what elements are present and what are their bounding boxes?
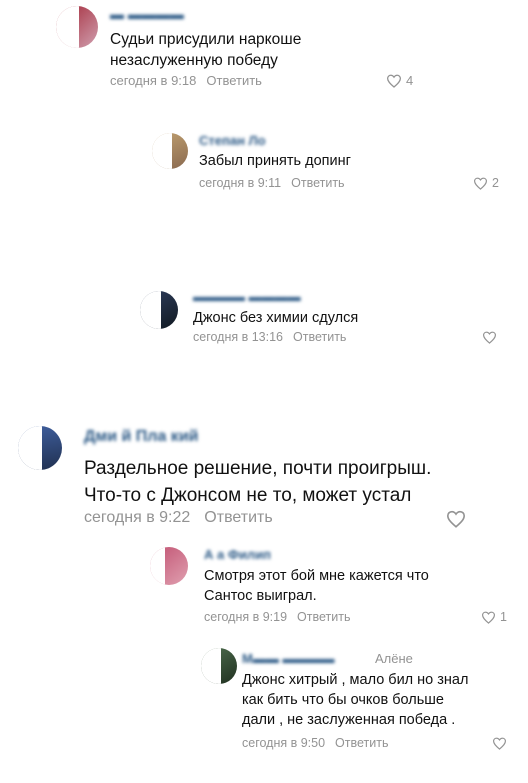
heart-icon	[492, 737, 507, 750]
comment-author[interactable]: М▬▬ ▬▬▬▬	[242, 651, 334, 666]
comment-2: Степан Ло Забыл принять допинг сегодня в…	[0, 125, 528, 200]
reply-button[interactable]: Ответить	[291, 176, 344, 190]
heart-icon	[473, 177, 488, 190]
comment-meta: сегодня в 13:16 Ответить	[193, 330, 346, 344]
avatar[interactable]	[150, 547, 188, 585]
like-button[interactable]: 2	[473, 176, 499, 190]
comment-author[interactable]: ▬▬▬▬ ▬▬▬▬	[193, 289, 301, 304]
like-count: 2	[492, 176, 499, 190]
comment-meta: сегодня в 9:11 Ответить	[199, 176, 345, 190]
reply-button[interactable]: Ответить	[297, 610, 350, 624]
heart-icon	[446, 510, 466, 528]
avatar[interactable]	[140, 291, 178, 329]
comment-author[interactable]: А а Филип	[204, 547, 271, 562]
reply-to-label[interactable]: Алёне	[375, 651, 413, 666]
avatar[interactable]	[152, 133, 188, 169]
like-button[interactable]: 4	[386, 73, 413, 88]
comment-text: Джонс без химии сдулся	[193, 310, 359, 326]
comment-meta: сегодня в 9:19 Ответить	[204, 610, 350, 624]
like-button[interactable]	[492, 737, 511, 750]
comment-6: М▬▬ ▬▬▬▬ Алёне Джонс хитрый , мало бил н…	[0, 646, 528, 761]
comment-text: Раздельное решение, почти проигрыш. Что-…	[84, 458, 432, 506]
comment-time: сегодня в 9:50	[242, 736, 326, 750]
comment-1: ▬ ▬▬▬▬ Судьи присудили наркоше незаслуже…	[0, 0, 528, 95]
comment-meta: сегодня в 9:18 Ответить	[110, 73, 262, 88]
comment-meta: сегодня в 9:50 Ответить	[242, 736, 388, 750]
comment-author[interactable]: ▬ ▬▬▬▬	[110, 6, 184, 22]
reply-button[interactable]: Ответить	[206, 73, 262, 88]
comment-text: Джонс хитрый , мало бил но знал как бить…	[242, 672, 469, 728]
heart-icon	[481, 611, 496, 624]
comment-meta: сегодня в 9:22 Ответить	[84, 509, 273, 527]
like-button[interactable]	[446, 510, 470, 528]
comment-time: сегодня в 13:16	[193, 330, 283, 344]
heart-icon	[482, 331, 497, 344]
comment-4: Дми й Пла кий Раздельное решение, почти …	[0, 418, 528, 533]
avatar[interactable]	[18, 426, 62, 470]
comment-time: сегодня в 9:19	[204, 610, 288, 624]
comment-text: Смотря этот бой мне кажется что Сантос в…	[204, 568, 429, 604]
comment-text: Судьи присудили наркоше незаслуженную по…	[110, 31, 302, 69]
comment-time: сегодня в 9:18	[110, 73, 197, 88]
reply-button[interactable]: Ответить	[293, 330, 346, 344]
avatar[interactable]	[201, 648, 237, 684]
reply-button[interactable]: Ответить	[335, 736, 388, 750]
heart-icon	[386, 74, 402, 88]
comment-5: А а Филип Смотря этот бой мне кажется чт…	[0, 543, 528, 633]
like-button[interactable]	[482, 331, 501, 344]
comment-time: сегодня в 9:11	[199, 176, 282, 190]
comment-time: сегодня в 9:22	[84, 509, 191, 526]
comment-author[interactable]: Степан Ло	[199, 133, 266, 148]
comment-3: ▬▬▬▬ ▬▬▬▬ Джонс без химии сдулся сегодня…	[0, 283, 528, 353]
like-count: 4	[406, 73, 414, 88]
like-count: 1	[500, 610, 507, 624]
avatar[interactable]	[56, 6, 98, 48]
comment-author[interactable]: Дми й Пла кий	[84, 428, 198, 446]
reply-button[interactable]: Ответить	[204, 509, 272, 526]
like-button[interactable]: 1	[481, 610, 507, 624]
comment-text: Забыл принять допинг	[199, 153, 351, 169]
